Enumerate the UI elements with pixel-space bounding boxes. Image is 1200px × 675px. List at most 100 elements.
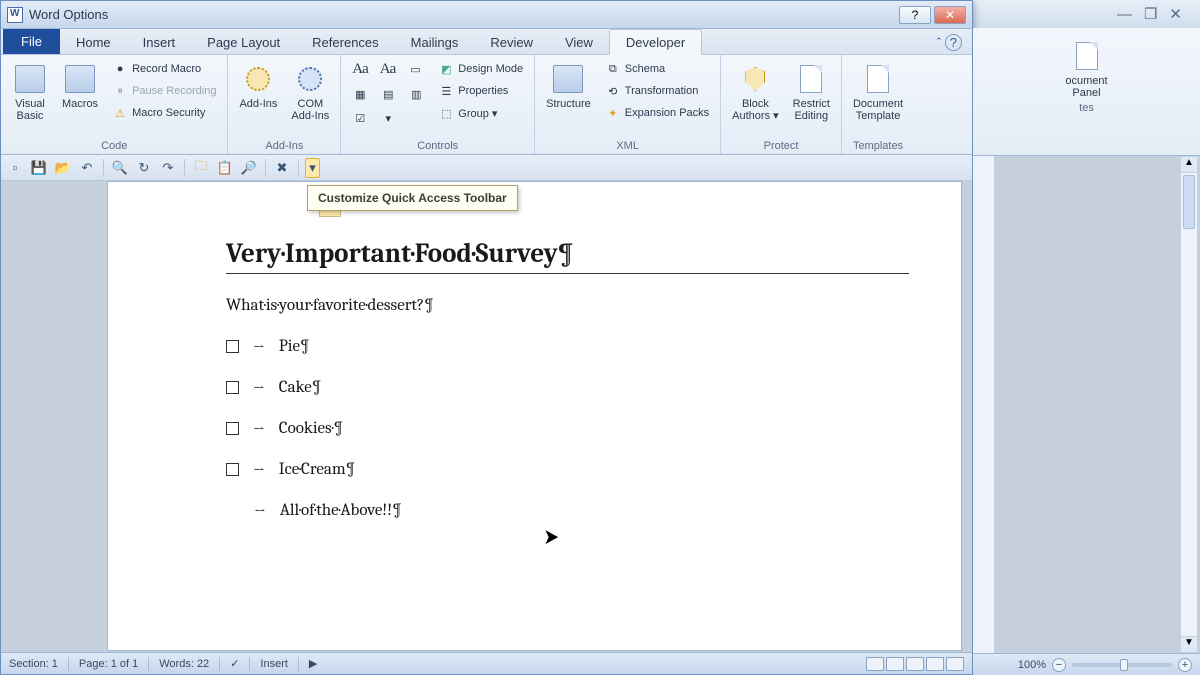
tab-mailings[interactable]: Mailings [395,30,475,54]
dropdown-control-button[interactable]: ▤ [375,84,401,104]
view-draft-button[interactable] [946,657,964,671]
tab-file[interactable]: File [3,29,60,54]
scroll-down-icon[interactable]: ▼ [1181,636,1197,652]
group-label-addins: Add-Ins [234,138,334,152]
tab-home[interactable]: Home [60,30,127,54]
qat-delete-icon[interactable]: ✖ [272,158,292,178]
tab-page-layout[interactable]: Page Layout [191,30,296,54]
ribbon-group-templates: Document Template Templates [842,55,914,154]
outer-restore-icon[interactable]: ❐ [1144,5,1157,23]
status-macro-icon[interactable]: ▶ [309,657,317,670]
addins-button[interactable]: Add-Ins [234,59,282,111]
document-template-button[interactable]: Document Template [848,59,908,123]
qat-customize-button[interactable]: ▾ [305,158,320,178]
qat-open-icon[interactable]: 📂 [53,158,73,178]
qat-save-icon[interactable]: 💾 [29,158,49,178]
tab-developer[interactable]: Developer [609,29,702,55]
scroll-thumb[interactable] [1183,175,1195,229]
qat-customize-tooltip: Customize Quick Access Toolbar [307,185,518,211]
structure-button[interactable]: Structure [541,59,596,111]
survey-item[interactable]: → Ice·Cream¶ [226,460,909,479]
ribbon-tabstrip: File Home Insert Page Layout References … [1,29,972,55]
qat-preview-icon[interactable]: 🔍 [110,158,130,178]
status-section[interactable]: Section: 1 [9,658,58,670]
zoom-in-button[interactable]: + [1178,658,1192,672]
picture-control-button[interactable]: ▭ [402,59,428,80]
zoom-percent[interactable]: 100% [1018,659,1046,671]
qat-redo-icon[interactable]: ↷ [158,158,178,178]
qat-find-icon[interactable]: 🔎 [239,158,259,178]
word-options-window: Word Options ? ✕ File Home Insert Page L… [0,0,973,675]
tab-review[interactable]: Review [474,30,549,54]
combo-control-button[interactable]: ▦ [347,84,373,104]
view-fullscreen-button[interactable] [886,657,904,671]
status-bar: Section: 1 Page: 1 of 1 Words: 22 ✓ Inse… [1,652,972,674]
qat-new-icon[interactable]: ▫ [5,158,25,178]
status-page[interactable]: Page: 1 of 1 [79,658,138,670]
warning-icon: ⚠ [112,105,128,121]
block-authors-button[interactable]: Block Authors ▾ [727,59,784,123]
checkbox-control-button[interactable]: ☑ [347,108,373,128]
word-options-title: Word Options [29,7,108,22]
tab-insert[interactable]: Insert [127,30,192,54]
restrict-editing-button[interactable]: Restrict Editing [788,59,835,123]
restrict-icon [800,65,822,93]
document-area[interactable]: Very·Important·Food·Survey¶ What·is·your… [1,181,972,652]
survey-item[interactable]: → Pie¶ [226,337,909,356]
view-web-button[interactable] [906,657,924,671]
richtext-control-button[interactable]: Aa [347,59,373,80]
template-icon [867,65,889,93]
qat-refresh-icon[interactable]: ↻ [134,158,154,178]
outer-minimize-icon[interactable]: — [1117,6,1132,23]
macros-button[interactable]: Macros [57,59,103,111]
group-button[interactable]: ⬚ Group ▾ [433,103,528,123]
plaintext-control-button[interactable]: Aa [375,59,401,80]
status-proofing-icon[interactable]: ✓ [230,657,239,670]
document-question[interactable]: What·is·your·favorite·dessert?¶ [226,296,909,315]
document-panel-button[interactable]: ocument Panel [977,36,1196,100]
tab-view[interactable]: View [549,30,609,54]
legacy-tools-button[interactable]: ▾ [375,108,401,128]
view-outline-button[interactable] [926,657,944,671]
date-control-button[interactable]: ▥ [403,84,429,104]
transformation-button[interactable]: ⟲ Transformation [600,81,714,101]
qat-undo-icon[interactable]: ↶ [77,158,97,178]
zoom-slider[interactable] [1072,663,1172,667]
status-insert-mode[interactable]: Insert [260,658,288,670]
view-print-layout-button[interactable] [866,657,884,671]
survey-item[interactable]: → All·of·the·Above!!¶ [254,501,909,520]
com-addins-button[interactable]: COM Add-Ins [286,59,334,123]
checkbox-icon[interactable] [226,340,239,353]
macro-security-button[interactable]: ⚠ Macro Security [107,103,221,123]
ribbon-group-xml: Structure ⧉ Schema ⟲ Transformation ✦ Ex… [535,55,721,154]
document-title[interactable]: Very·Important·Food·Survey¶ [226,238,909,274]
tab-references[interactable]: References [296,30,394,54]
properties-button[interactable]: ☰ Properties [433,81,528,101]
group-label-controls: Controls [347,138,528,152]
qat-clipboard-icon[interactable]: 📋 [215,158,235,178]
qat-folder-icon[interactable]: 🗀 [191,158,211,178]
schema-button[interactable]: ⧉ Schema [600,59,714,79]
ribbon-minimize-icon[interactable]: ˆ ? [927,31,972,54]
zoom-out-button[interactable]: − [1052,658,1066,672]
vertical-scrollbar[interactable]: ▲ ▼ [1180,156,1198,653]
close-button[interactable]: ✕ [934,6,966,24]
document-page[interactable]: Very·Important·Food·Survey¶ What·is·your… [107,181,962,651]
pause-recording-button: ⏸ Pause Recording [107,81,221,101]
quick-access-toolbar: ▫ 💾 📂 ↶ 🔍 ↻ ↷ 🗀 📋 🔎 ✖ ▾ Customize Quick … [1,155,972,181]
help-button[interactable]: ? [899,6,931,24]
expansion-packs-button[interactable]: ✦ Expansion Packs [600,103,714,123]
visual-basic-button[interactable]: Visual Basic [7,59,53,123]
tab-arrow-icon: → [253,420,265,438]
design-mode-button[interactable]: ◩ Design Mode [433,59,528,79]
zoom-slider-thumb[interactable] [1120,659,1128,671]
checkbox-icon[interactable] [226,463,239,476]
record-macro-button[interactable]: ● Record Macro [107,59,221,79]
scroll-up-icon[interactable]: ▲ [1181,157,1197,173]
outer-close-icon[interactable]: ✕ [1169,5,1182,23]
checkbox-icon[interactable] [226,381,239,394]
status-words[interactable]: Words: 22 [159,658,209,670]
survey-item[interactable]: → Cookies·¶ [226,419,909,438]
checkbox-icon[interactable] [226,422,239,435]
survey-item[interactable]: → Cake¶ [226,378,909,397]
